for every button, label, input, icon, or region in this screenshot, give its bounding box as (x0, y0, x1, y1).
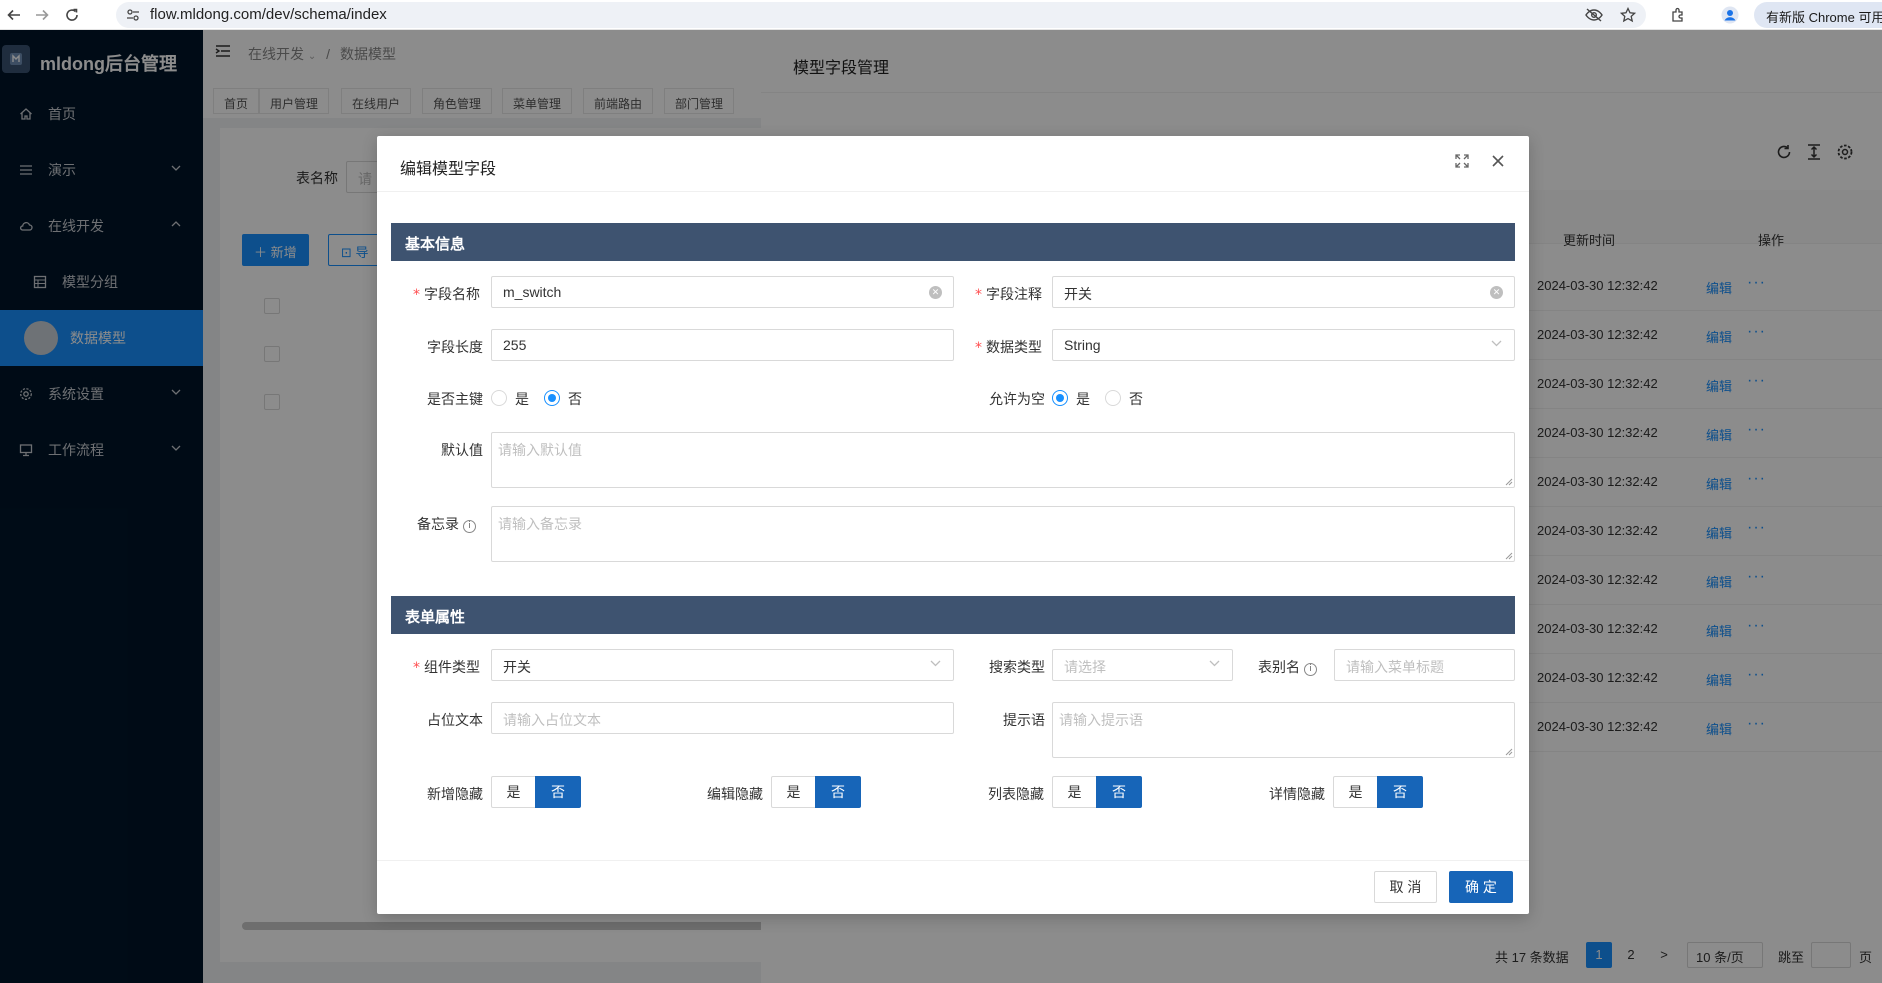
radio-label: 否 (1129, 391, 1143, 407)
confirm-button[interactable]: 确 定 (1449, 871, 1513, 903)
info-icon[interactable]: i (1304, 663, 1317, 676)
form-alias-input[interactable]: 请输入菜单标题 (1334, 649, 1515, 681)
hide-detail-yes-button[interactable]: 是 (1333, 776, 1378, 808)
back-icon[interactable] (2, 3, 26, 27)
url-text[interactable]: flow.mldong.com/dev/schema/index (150, 6, 387, 23)
default-value-label: 默认值 (441, 442, 483, 458)
field-name-value: m_switch (503, 284, 562, 300)
hide-detail-no-button[interactable]: 否 (1377, 776, 1423, 808)
is-pk-no-radio[interactable] (544, 390, 560, 406)
hide-add-no-button[interactable]: 否 (535, 776, 581, 808)
resize-grip-icon[interactable] (1505, 748, 1513, 756)
nullable-no-radio[interactable] (1105, 390, 1121, 406)
chevron-down-icon (1491, 340, 1502, 347)
hide-detail-label: 详情隐藏 (1269, 786, 1325, 802)
hint-label: 提示语 (1003, 712, 1045, 728)
default-value-textarea[interactable]: 请输入默认值 (491, 432, 1515, 488)
field-comment-value: 开关 (1064, 286, 1092, 302)
field-name-label: * 字段名称 (413, 286, 480, 303)
hint-textarea[interactable]: 请输入提示语 (1052, 702, 1515, 758)
close-icon[interactable] (1490, 153, 1510, 173)
eye-off-icon[interactable] (1583, 4, 1605, 26)
hide-edit-label: 编辑隐藏 (707, 786, 763, 802)
clear-icon[interactable]: ✕ (1490, 286, 1503, 299)
component-type-value: 开关 (503, 659, 531, 675)
section-basic-info: 基本信息 (391, 223, 1515, 261)
field-comment-input[interactable]: 开关 ✕ (1052, 276, 1515, 308)
data-type-select[interactable]: String (1052, 329, 1515, 361)
cancel-button[interactable]: 取 消 (1374, 871, 1437, 903)
chevron-down-icon (930, 660, 941, 667)
hide-list-label: 列表隐藏 (988, 786, 1044, 802)
field-length-input[interactable]: 255 (491, 329, 954, 361)
memo-textarea[interactable]: 请输入备忘录 (491, 506, 1515, 562)
clear-icon[interactable]: ✕ (929, 286, 942, 299)
radio-label: 否 (568, 391, 582, 407)
form-alias-placeholder: 请输入菜单标题 (1346, 659, 1444, 675)
placeholder-text-label: 占位文本 (427, 712, 483, 728)
nullable-yes-radio[interactable] (1052, 390, 1068, 406)
hint-placeholder: 请输入提示语 (1059, 712, 1143, 728)
bookmark-star-icon[interactable] (1617, 4, 1639, 26)
resize-grip-icon[interactable] (1505, 552, 1513, 560)
field-comment-label: * 字段注释 (975, 286, 1042, 303)
hide-add-label: 新增隐藏 (427, 786, 483, 802)
radio-label: 是 (1076, 391, 1090, 407)
section-form-props: 表单属性 (391, 596, 1515, 634)
resize-grip-icon[interactable] (1505, 478, 1513, 486)
field-length-label: 字段长度 (427, 339, 483, 355)
divider (377, 191, 1529, 192)
placeholder-text-input[interactable]: 请输入占位文本 (491, 702, 954, 734)
search-type-label: 搜索类型 (989, 659, 1045, 675)
hide-add-yes-button[interactable]: 是 (491, 776, 536, 808)
profile-icon[interactable] (1719, 4, 1741, 26)
search-type-placeholder: 请选择 (1064, 659, 1106, 675)
chevron-down-icon (1209, 660, 1220, 667)
modal-title: 编辑模型字段 (400, 161, 497, 178)
divider (377, 860, 1529, 861)
component-type-select[interactable]: 开关 (491, 649, 954, 681)
data-type-value: String (1064, 337, 1101, 353)
nullable-label: 允许为空 (989, 391, 1045, 407)
edit-field-modal: 编辑模型字段 基本信息 * 字段名称 m_switch ✕ * 字段注释 开关 ✕ … (377, 136, 1529, 914)
reload-icon[interactable] (60, 3, 84, 27)
is-pk-yes-radio[interactable] (491, 390, 507, 406)
info-icon[interactable]: i (463, 520, 476, 533)
extensions-icon[interactable] (1667, 4, 1689, 26)
site-info-icon[interactable] (122, 4, 144, 26)
field-length-value: 255 (503, 337, 527, 353)
memo-label: 备忘录 i (417, 514, 476, 534)
memo-placeholder: 请输入备忘录 (498, 516, 582, 532)
placeholder-text-placeholder: 请输入占位文本 (503, 712, 601, 728)
fullscreen-icon[interactable] (1454, 153, 1474, 173)
field-name-input[interactable]: m_switch ✕ (491, 276, 954, 308)
hide-list-yes-button[interactable]: 是 (1052, 776, 1097, 808)
form-alias-label: 表别名 i (1258, 657, 1317, 677)
default-value-placeholder: 请输入默认值 (498, 442, 582, 458)
data-type-label: * 数据类型 (975, 339, 1042, 356)
hide-list-no-button[interactable]: 否 (1096, 776, 1142, 808)
radio-label: 是 (515, 391, 529, 407)
hide-edit-no-button[interactable]: 否 (815, 776, 861, 808)
browser-toolbar: flow.mldong.com/dev/schema/index 有新版 Chr… (0, 0, 1882, 30)
search-type-select[interactable]: 请选择 (1052, 649, 1233, 681)
forward-icon[interactable] (30, 3, 54, 27)
is-pk-label: 是否主键 (427, 391, 483, 407)
hide-edit-yes-button[interactable]: 是 (771, 776, 816, 808)
chrome-update-button[interactable]: 有新版 Chrome 可用 (1754, 2, 1882, 28)
component-type-label: * 组件类型 (413, 659, 480, 676)
